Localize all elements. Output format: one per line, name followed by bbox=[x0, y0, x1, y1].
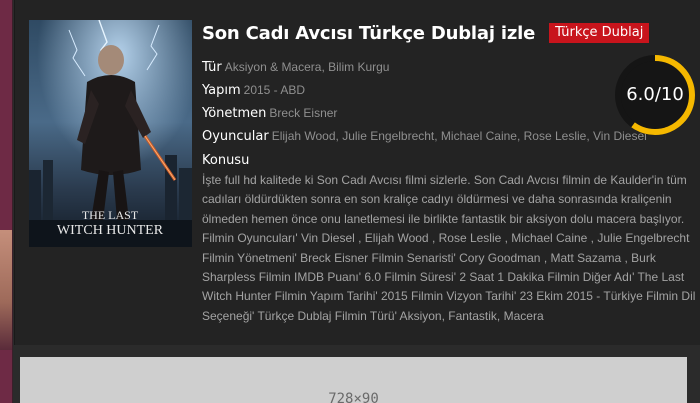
poster-artwork: THE LAST WITCH HUNTER bbox=[29, 20, 192, 247]
cast-row: Oyuncular Elijah Wood, Julie Engelbrecht,… bbox=[202, 129, 647, 144]
genre-row: Tür Aksiyon & Macera, Bilim Kurgu bbox=[202, 60, 389, 75]
title-row: Son Cadı Avcısı Türkçe Dublaj izle Türkç… bbox=[202, 20, 650, 46]
poster-title-line2: WITCH HUNTER bbox=[57, 223, 164, 238]
director-row: Yönetmen Breck Eisner bbox=[202, 106, 337, 121]
sidebar-divider bbox=[12, 0, 13, 403]
language-badge[interactable]: Türkçe Dublaj bbox=[549, 23, 650, 43]
movie-poster[interactable]: THE LAST WITCH HUNTER bbox=[29, 20, 192, 247]
cast-value[interactable]: Elijah Wood, Julie Engelbrecht, Michael … bbox=[272, 129, 647, 143]
rating-circle: 6.0/10 bbox=[614, 54, 696, 136]
movie-title[interactable]: Son Cadı Avcısı Türkçe Dublaj izle bbox=[202, 23, 535, 44]
rating-value: 6.0/10 bbox=[626, 84, 684, 105]
ad-size-label: 728×90 bbox=[328, 391, 379, 403]
movie-description: İşte full hd kalitede ki Son Cadı Avcısı… bbox=[202, 173, 696, 323]
genre-value[interactable]: Aksiyon & Macera, Bilim Kurgu bbox=[225, 60, 390, 74]
plot-heading: Konusu bbox=[202, 153, 250, 168]
cast-label: Oyuncular bbox=[202, 129, 269, 144]
year-row: Yapım 2015 - ABD bbox=[202, 83, 305, 98]
year-label: Yapım bbox=[202, 83, 241, 98]
director-value[interactable]: Breck Eisner bbox=[269, 106, 337, 120]
left-sidebar-edge bbox=[0, 0, 13, 403]
movie-card: THE LAST WITCH HUNTER Son Cadı Avcısı Tü… bbox=[14, 0, 700, 345]
genre-label: Tür bbox=[202, 60, 222, 75]
ad-banner[interactable]: 728×90 bbox=[20, 357, 687, 403]
director-label: Yönetmen bbox=[202, 106, 267, 121]
year-value[interactable]: 2015 - ABD bbox=[244, 83, 305, 97]
poster-title-line1: THE LAST bbox=[82, 208, 139, 222]
